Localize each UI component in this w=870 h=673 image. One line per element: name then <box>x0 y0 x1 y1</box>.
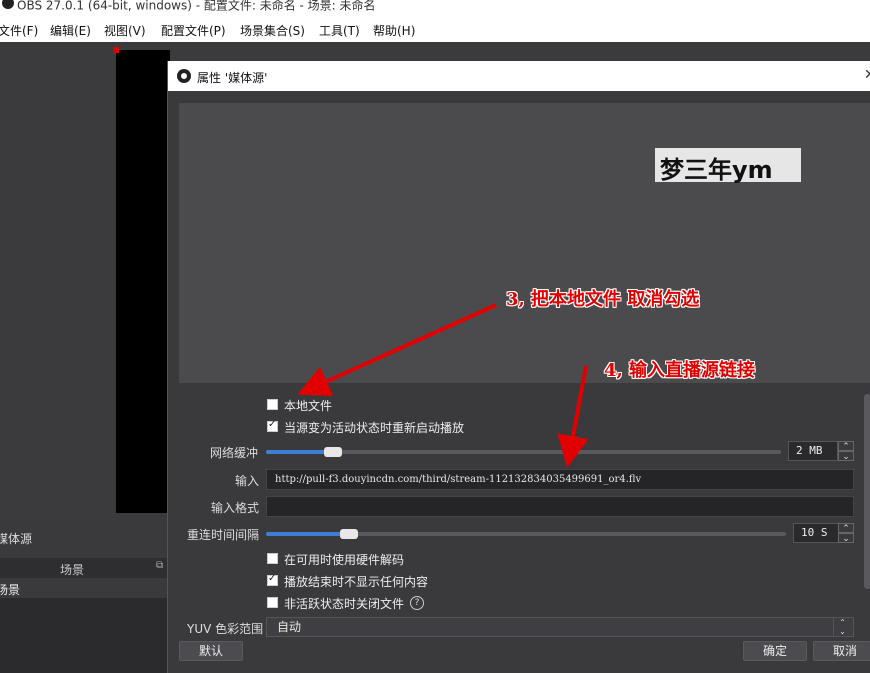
ok-button[interactable]: 确定 <box>743 641 807 661</box>
defaults-button[interactable]: 默认 <box>179 641 243 661</box>
preview-watermark: 梦三年ym <box>660 156 773 184</box>
chevron-up-icon[interactable]: ⌃ <box>838 441 854 452</box>
chevron-down-icon[interactable]: ⌄ <box>838 451 854 462</box>
network-buffer-label: 网络缓冲 <box>210 446 259 460</box>
menu-profile[interactable]: 配置文件(P) <box>161 22 226 39</box>
main-preview-canvas[interactable] <box>116 50 170 513</box>
annotation-step4: 4, 输入直播源链接 <box>604 360 756 381</box>
hide-on-end-checkbox[interactable] <box>267 573 278 586</box>
dialog-title-bar: 属性 '媒体源' ✕ <box>168 61 870 91</box>
local-file-checkbox[interactable] <box>267 399 278 410</box>
network-buffer-spinbox[interactable]: 2 MB <box>788 441 838 461</box>
scenes-header-label: 场景 <box>60 563 85 577</box>
menu-scene-collection[interactable]: 场景集合(S) <box>240 22 305 39</box>
scene-list-item[interactable]: 场景 <box>0 578 170 598</box>
chevron-up-icon[interactable]: ⌃ <box>838 523 854 534</box>
window-title: OBS 27.0.1 (64-bit, windows) - 配置文件: 未命名… <box>17 0 376 13</box>
source-preview: 梦三年ym <box>179 103 870 383</box>
restart-playback-label: 当源变为活动状态时重新启动播放 <box>284 421 465 435</box>
network-buffer-slider[interactable] <box>266 447 781 457</box>
dialog-title: 属性 '媒体源' <box>197 71 268 85</box>
hide-on-end-label: 播放结束时不显示任何内容 <box>284 575 429 589</box>
yuv-range-label: YUV 色彩范围 <box>187 622 264 636</box>
network-buffer-stepper[interactable]: ⌃ ⌄ <box>838 441 854 462</box>
input-label: 输入 <box>235 474 260 488</box>
reconnect-delay-label: 重连时间间隔 <box>187 528 260 542</box>
reconnect-delay-spinbox[interactable]: 10 S <box>793 523 843 543</box>
chevron-updown-icon: ⌃ ⌄ <box>833 618 851 636</box>
properties-scrollbar[interactable] <box>864 394 870 589</box>
restart-playback-checkbox[interactable] <box>267 419 278 432</box>
properties-dialog: 属性 '媒体源' ✕ 梦三年ym 本地文件 当源变为活动状态时重新启动播放 网络… <box>167 61 870 673</box>
help-icon[interactable]: ? <box>410 596 424 610</box>
yuv-range-value: 自动 <box>277 620 302 634</box>
yuv-range-select[interactable]: 自动 ⌃ ⌄ <box>266 617 854 637</box>
menu-help[interactable]: 帮助(H) <box>373 22 415 39</box>
obs-logo-icon <box>2 0 14 9</box>
menu-edit[interactable]: 编辑(E) <box>50 22 91 39</box>
reconnect-delay-stepper[interactable]: ⌃ ⌄ <box>838 523 854 544</box>
watermark-box: 梦三年ym <box>655 148 801 184</box>
menu-tools[interactable]: 工具(T) <box>319 22 360 39</box>
dock-float-icon[interactable]: ⧉ <box>156 560 163 571</box>
local-file-label: 本地文件 <box>284 399 333 413</box>
sources-dock-title: 媒体源 <box>0 532 33 546</box>
network-buffer-handle[interactable] <box>324 447 342 457</box>
input-format-label: 输入格式 <box>211 501 260 515</box>
input-format-field[interactable] <box>266 496 854 517</box>
menu-bar: 文件(F) 编辑(E) 视图(V) 配置文件(P) 场景集合(S) 工具(T) … <box>0 16 870 42</box>
reconnect-delay-fill <box>266 532 349 536</box>
cancel-button[interactable]: 取消 <box>813 641 870 661</box>
reconnect-delay-slider[interactable] <box>266 529 786 539</box>
close-icon[interactable]: ✕ <box>864 67 870 83</box>
scenes-dock-header: 场景 ⧉ <box>0 558 170 578</box>
window-title-bar: OBS 27.0.1 (64-bit, windows) - 配置文件: 未命名… <box>0 0 870 16</box>
menu-file[interactable]: 文件(F) <box>0 22 38 39</box>
menu-view[interactable]: 视图(V) <box>104 22 146 39</box>
reconnect-delay-handle[interactable] <box>340 529 358 539</box>
close-when-inactive-checkbox[interactable] <box>267 597 278 608</box>
left-panel <box>0 42 116 522</box>
scenes-list-area <box>0 598 170 673</box>
close-when-inactive-label: 非活跃状态时关闭文件 <box>284 597 405 611</box>
chevron-down-icon[interactable]: ⌄ <box>838 533 854 544</box>
hardware-decode-checkbox[interactable] <box>267 553 278 564</box>
scene-item-label: 场景 <box>0 583 21 597</box>
hardware-decode-label: 在可用时使用硬件解码 <box>284 553 405 567</box>
obs-icon <box>177 69 191 83</box>
network-buffer-fill <box>266 450 333 454</box>
annotation-step3: 3, 把本地文件 取消勾选 <box>506 289 700 310</box>
input-url-field[interactable]: http://pull-f3.douyincdn.com/third/strea… <box>266 469 854 490</box>
source-resize-handle[interactable] <box>113 47 119 53</box>
